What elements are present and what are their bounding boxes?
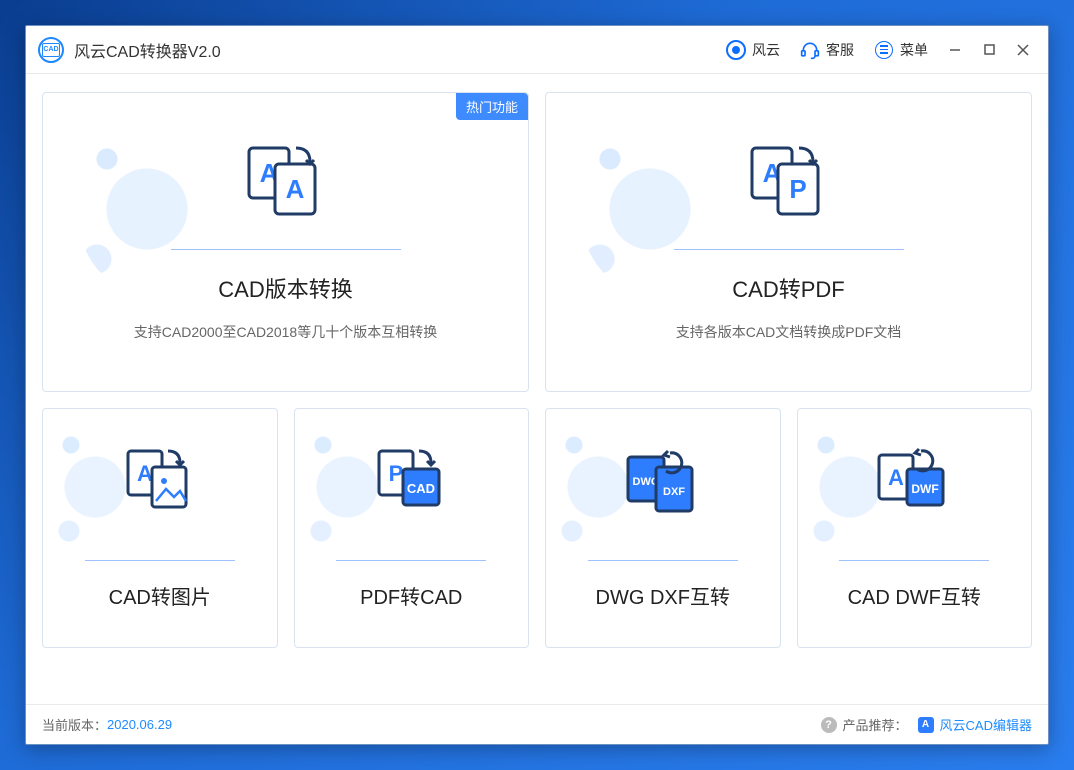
support-button[interactable]: 客服 <box>790 26 864 74</box>
dwg-dxf-icon: DWG DXF <box>622 447 704 520</box>
cad-version-icon: A A <box>241 142 331 227</box>
app-title: 风云CAD转换器V2.0 <box>74 38 221 62</box>
help-icon[interactable]: ? <box>821 717 837 733</box>
card-title: DWG DXF互转 <box>596 581 730 610</box>
decor-bubbles-icon <box>77 129 197 289</box>
maximize-button[interactable] <box>972 26 1006 74</box>
svg-text:A: A <box>888 465 904 490</box>
card-desc: 支持各版本CAD文档转换成PDF文档 <box>676 322 902 342</box>
hot-badge: 热门功能 <box>456 93 528 120</box>
card-cad-version-convert[interactable]: 热门功能 A A CAD版本转换 支持CAD2000至CAD2018等几十个版本… <box>42 92 529 392</box>
close-button[interactable] <box>1006 26 1040 74</box>
svg-text:DWF: DWF <box>912 482 939 496</box>
cad-to-image-icon: A <box>122 447 198 520</box>
cad-dwf-icon: A DWF <box>873 447 955 520</box>
pdf-to-cad-icon: P CAD <box>373 447 449 520</box>
card-title: CAD DWF互转 <box>848 581 981 610</box>
card-dwg-dxf[interactable]: DWG DXF DWG DXF互转 <box>545 408 781 648</box>
close-icon <box>1017 44 1029 56</box>
menu-button[interactable]: 菜单 <box>864 26 938 74</box>
minimize-button[interactable] <box>938 26 972 74</box>
brand-label: 风云 <box>752 40 780 60</box>
maximize-icon <box>984 44 995 55</box>
card-title: CAD转图片 <box>109 581 211 610</box>
version-value: 2020.06.29 <box>107 717 172 732</box>
svg-text:P: P <box>789 174 806 204</box>
card-pdf-to-cad[interactable]: P CAD PDF转CAD <box>294 408 530 648</box>
brand-button[interactable]: 风云 <box>716 26 790 74</box>
divider <box>336 560 486 561</box>
divider <box>171 249 401 250</box>
svg-text:CAD: CAD <box>407 481 435 496</box>
support-label: 客服 <box>826 40 854 60</box>
rec-product-icon: A <box>918 717 934 733</box>
cad-to-pdf-icon: A P <box>744 142 834 227</box>
minimize-icon <box>949 44 961 56</box>
decor-bubbles-icon <box>580 129 700 289</box>
headset-icon <box>800 40 820 60</box>
target-icon <box>726 40 746 60</box>
rec-label: 产品推荐： <box>843 715 908 734</box>
menu-list-icon <box>874 40 894 60</box>
version-label: 当前版本： <box>42 715 107 734</box>
svg-text:P: P <box>389 461 404 486</box>
app-window: CAD 风云CAD转换器V2.0 风云 客服 菜单 <box>25 25 1049 745</box>
decor-bubbles-icon <box>51 425 131 545</box>
divider <box>674 249 904 250</box>
card-title: PDF转CAD <box>360 581 462 610</box>
divider <box>588 560 738 561</box>
divider <box>839 560 989 561</box>
svg-text:DXF: DXF <box>663 486 685 498</box>
menu-label: 菜单 <box>900 40 928 60</box>
content-area: 热门功能 A A CAD版本转换 支持CAD2000至CAD2018等几十个版本… <box>26 74 1048 704</box>
divider <box>85 560 235 561</box>
rec-product-link[interactable]: 风云CAD编辑器 <box>940 715 1032 734</box>
titlebar: CAD 风云CAD转换器V2.0 风云 客服 菜单 <box>26 26 1048 74</box>
app-logo-icon: CAD <box>38 37 64 63</box>
decor-bubbles-icon <box>303 425 383 545</box>
footer: 当前版本： 2020.06.29 ? 产品推荐： A 风云CAD编辑器 <box>26 704 1048 744</box>
card-cad-dwf[interactable]: A DWF CAD DWF互转 <box>797 408 1033 648</box>
card-cad-to-image[interactable]: A CAD转图片 <box>42 408 278 648</box>
card-title: CAD转PDF <box>732 272 844 304</box>
card-title: CAD版本转换 <box>218 272 352 304</box>
card-desc: 支持CAD2000至CAD2018等几十个版本互相转换 <box>134 322 437 342</box>
svg-text:A: A <box>285 174 304 204</box>
card-cad-to-pdf[interactable]: A P CAD转PDF 支持各版本CAD文档转换成PDF文档 <box>545 92 1032 392</box>
